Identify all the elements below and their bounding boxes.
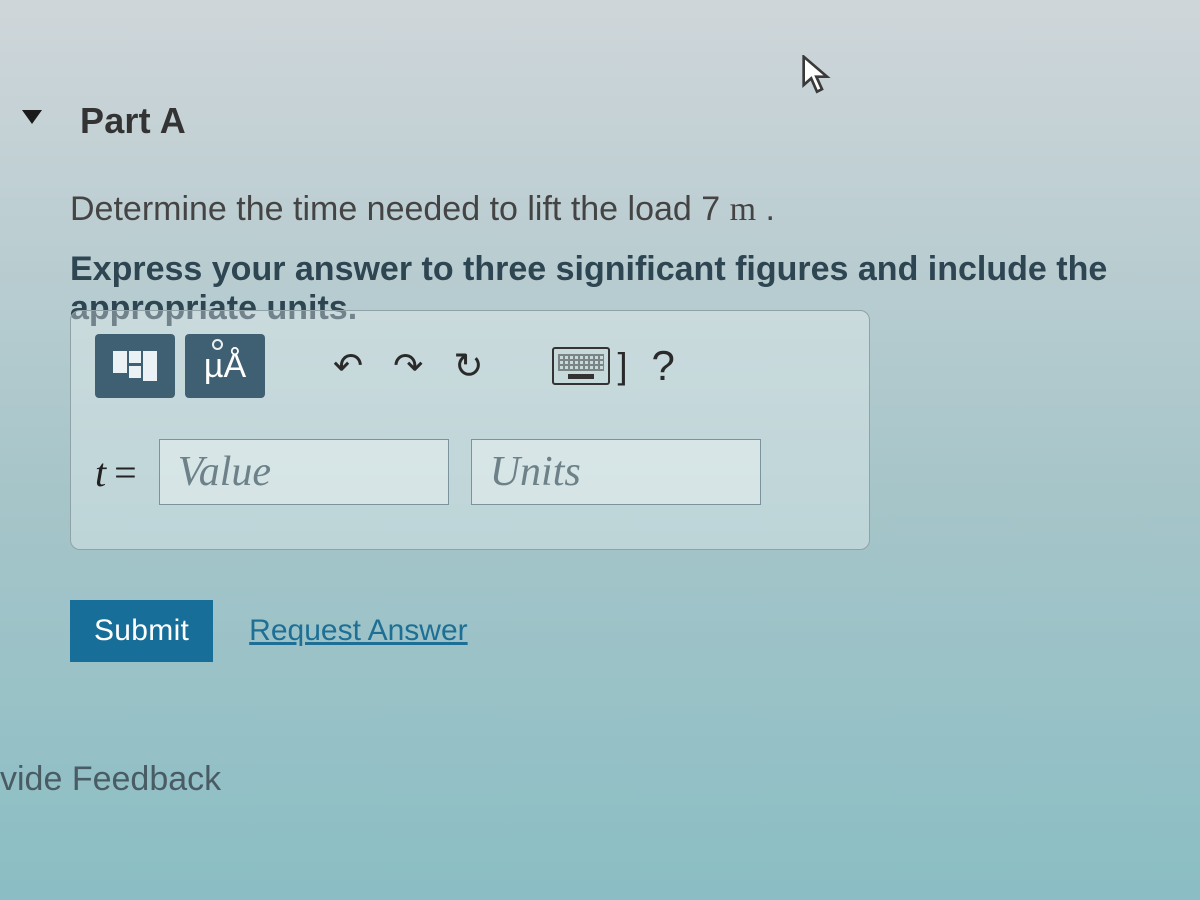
- prompt-text: Determine the time needed to lift the lo…: [70, 190, 730, 228]
- prompt-text-end: .: [756, 190, 775, 228]
- collapse-toggle-icon[interactable]: [22, 110, 42, 124]
- provide-feedback-link[interactable]: vide Feedback: [0, 760, 221, 799]
- variable-label: t=: [95, 449, 137, 496]
- variable-name: t: [95, 450, 106, 495]
- prompt-unit: m: [730, 191, 756, 228]
- units-input[interactable]: Units: [471, 439, 761, 505]
- equation-toolbar: µÅ ↶ ↷ ↻ ] ?: [95, 329, 845, 403]
- redo-icon[interactable]: ↷: [383, 348, 433, 384]
- keyboard-shortcuts-icon[interactable]: [552, 347, 610, 385]
- answer-panel: µÅ ↶ ↷ ↻ ] ? t= Value Units: [70, 310, 870, 550]
- special-characters-button[interactable]: µÅ: [185, 334, 265, 398]
- cursor-icon: [800, 55, 834, 100]
- equals-sign: =: [114, 450, 137, 495]
- action-row: Submit Request Answer: [70, 600, 468, 662]
- help-button[interactable]: ?: [652, 342, 675, 390]
- question-prompt: Determine the time needed to lift the lo…: [70, 190, 775, 229]
- answer-inputs: t= Value Units: [95, 439, 845, 505]
- fraction-template-button[interactable]: [95, 334, 175, 398]
- bracket-icon: ]: [618, 345, 628, 387]
- reset-icon[interactable]: ↻: [443, 348, 493, 384]
- undo-icon[interactable]: ↶: [323, 348, 373, 384]
- submit-button[interactable]: Submit: [70, 600, 213, 662]
- value-input[interactable]: Value: [159, 439, 449, 505]
- part-title: Part A: [80, 100, 186, 142]
- fraction-template-icon: [113, 351, 157, 381]
- mu-angstrom-icon: µÅ: [204, 347, 246, 386]
- request-answer-link[interactable]: Request Answer: [249, 614, 467, 648]
